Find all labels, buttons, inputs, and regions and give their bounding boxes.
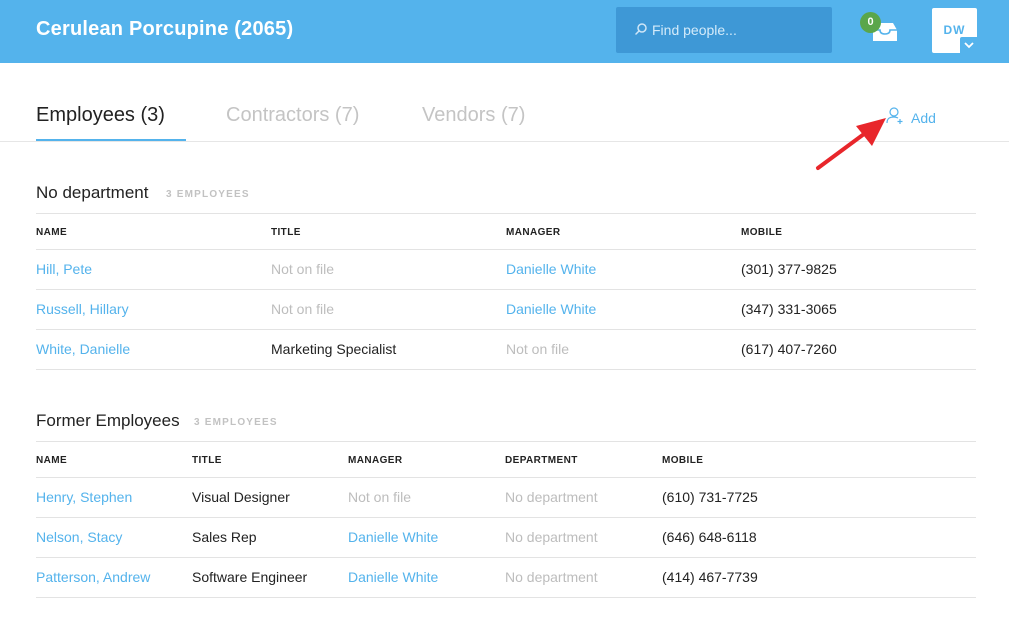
- divider: [36, 517, 976, 518]
- manager-value: Not on file: [506, 341, 570, 357]
- employee-name-link[interactable]: Patterson, Andrew: [36, 569, 150, 585]
- divider: [36, 369, 976, 370]
- department-value: No department: [505, 569, 598, 585]
- employee-name-link[interactable]: Hill, Pete: [36, 261, 92, 277]
- department-value: No department: [505, 529, 598, 545]
- employee-mobile: (617) 407-7260: [741, 341, 837, 357]
- manager-link[interactable]: Danielle White: [348, 569, 438, 585]
- divider: [36, 213, 976, 214]
- divider: [36, 477, 976, 478]
- section-title-no-department: No department: [36, 183, 149, 202]
- column-header-manager[interactable]: MANAGER: [348, 455, 402, 466]
- annotation-arrow-icon: [816, 118, 886, 170]
- section-title-former-employees: Former Employees: [36, 411, 180, 430]
- employee-title: Not on file: [271, 301, 335, 317]
- section-count: 3 EMPLOYEES: [166, 189, 250, 200]
- search-input[interactable]: [652, 15, 822, 45]
- manager-value: Not on file: [348, 489, 412, 505]
- inbox-count-badge: 0: [860, 12, 881, 33]
- column-header-manager[interactable]: MANAGER: [506, 227, 560, 238]
- tab-contractors[interactable]: Contractors (7): [226, 104, 359, 127]
- employee-name-link[interactable]: White, Danielle: [36, 341, 130, 357]
- employee-name-link[interactable]: Henry, Stephen: [36, 489, 132, 505]
- tab-employees[interactable]: Employees (3): [36, 104, 165, 127]
- company-name[interactable]: Cerulean Porcupine (2065): [36, 18, 293, 41]
- divider: [36, 557, 976, 558]
- avatar-initials: DW: [943, 23, 966, 37]
- column-header-name[interactable]: NAME: [36, 455, 67, 466]
- employee-mobile: (347) 331-3065: [741, 301, 837, 317]
- employee-mobile: (301) 377-9825: [741, 261, 837, 277]
- column-header-title[interactable]: TITLE: [192, 455, 222, 466]
- divider: [36, 597, 976, 598]
- manager-link[interactable]: Danielle White: [506, 301, 596, 317]
- employee-title: Sales Rep: [192, 529, 257, 545]
- manager-link[interactable]: Danielle White: [348, 529, 438, 545]
- employee-title: Marketing Specialist: [271, 341, 397, 357]
- employee-title: Not on file: [271, 261, 335, 277]
- user-menu-toggle[interactable]: [960, 37, 978, 53]
- employee-title: Software Engineer: [192, 569, 308, 585]
- column-header-mobile[interactable]: MOBILE: [662, 455, 703, 466]
- column-header-title[interactable]: TITLE: [271, 227, 301, 238]
- employee-title: Visual Designer: [192, 489, 290, 505]
- divider: [36, 249, 976, 250]
- divider: [36, 329, 976, 330]
- employee-mobile: (646) 648-6118: [662, 529, 757, 545]
- column-header-name[interactable]: NAME: [36, 227, 67, 238]
- department-value: No department: [505, 489, 598, 505]
- tab-vendors[interactable]: Vendors (7): [422, 104, 525, 127]
- employee-name-link[interactable]: Nelson, Stacy: [36, 529, 122, 545]
- manager-link[interactable]: Danielle White: [506, 261, 596, 277]
- employee-mobile: (414) 467-7739: [662, 569, 758, 585]
- search-icon: [635, 23, 647, 35]
- chevron-down-icon: [964, 42, 974, 49]
- column-header-department[interactable]: DEPARTMENT: [505, 455, 578, 466]
- divider: [36, 441, 976, 442]
- section-count: 3 EMPLOYEES: [194, 417, 278, 428]
- employee-mobile: (610) 731-7725: [662, 489, 758, 505]
- employee-name-link[interactable]: Russell, Hillary: [36, 301, 129, 317]
- column-header-mobile[interactable]: MOBILE: [741, 227, 782, 238]
- add-button-label: Add: [911, 110, 936, 126]
- divider: [36, 289, 976, 290]
- top-bar: Cerulean Porcupine (2065): [0, 0, 1009, 63]
